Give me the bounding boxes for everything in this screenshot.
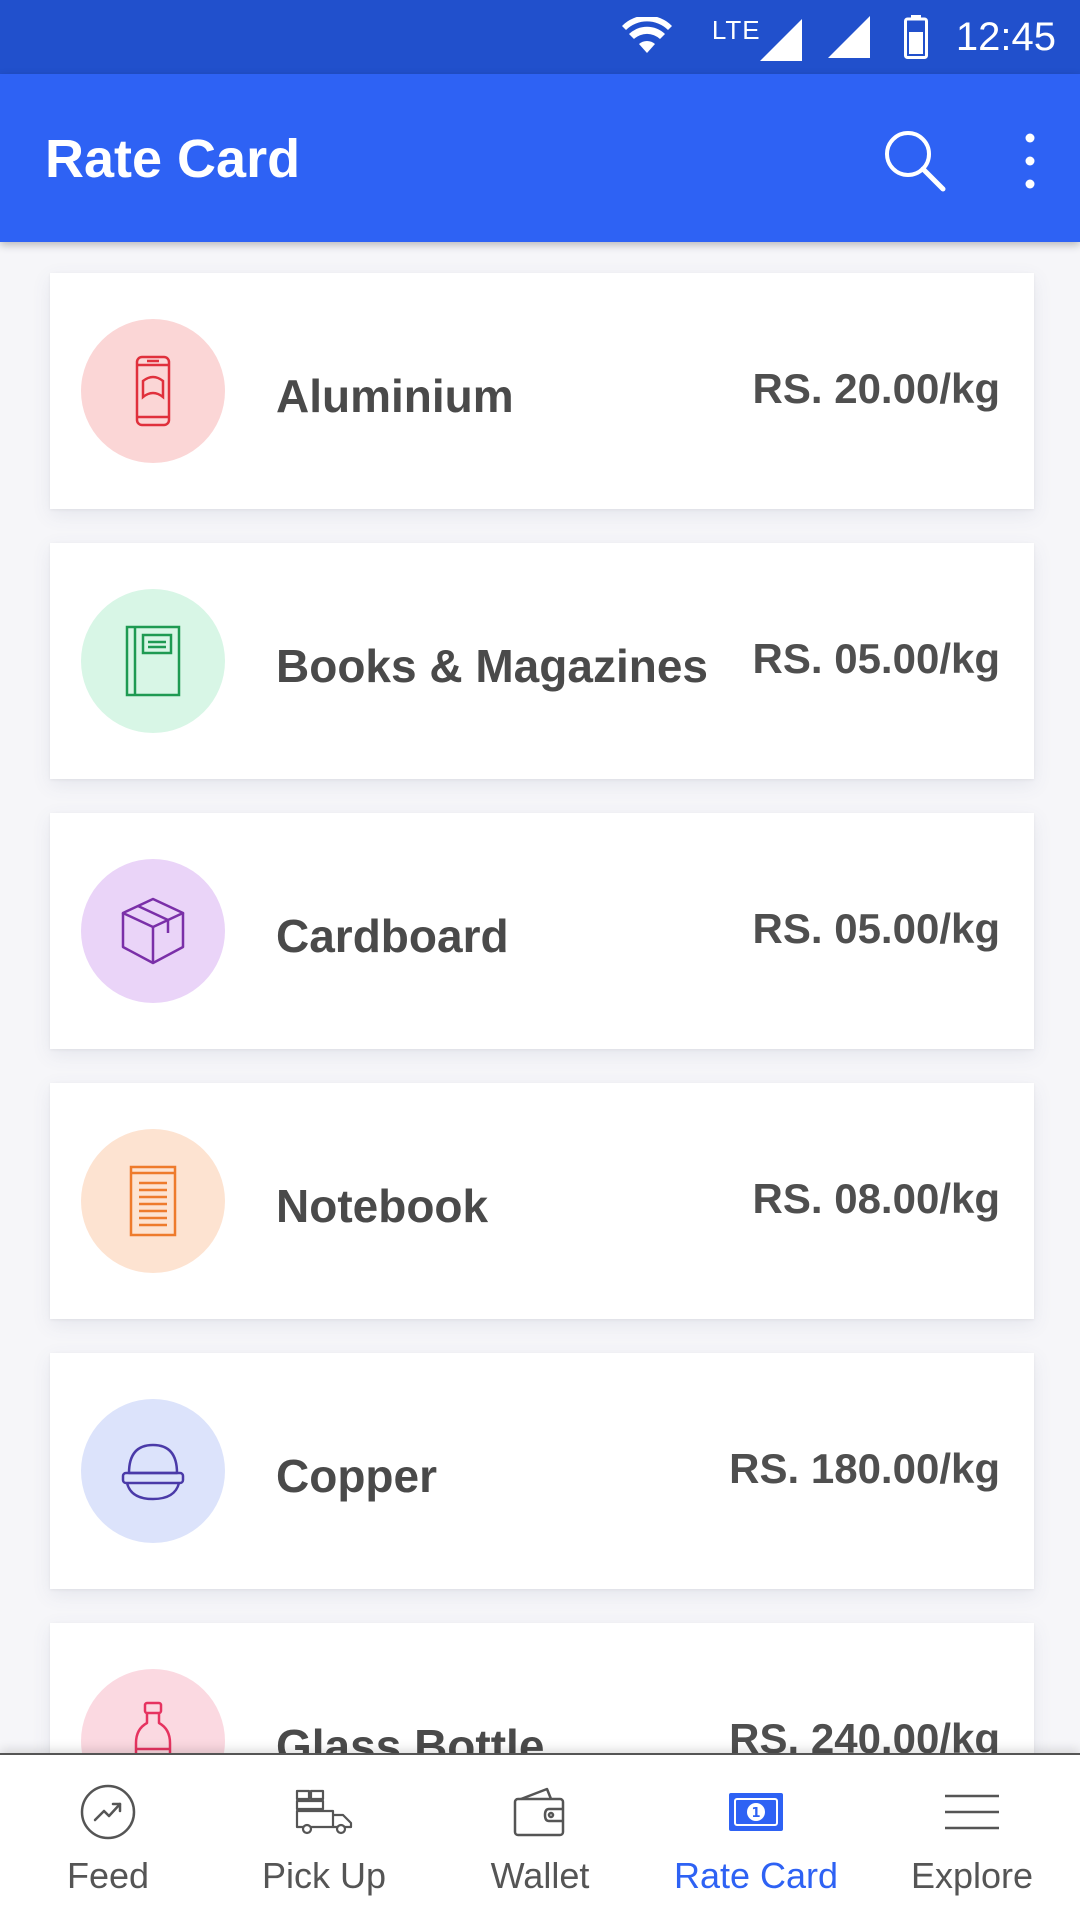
wallet-icon — [513, 1787, 565, 1837]
item-badge — [81, 859, 225, 1003]
bottle-icon — [134, 1701, 172, 1753]
rate-list[interactable]: Aluminium RS. 20.00/kg Books & Magazines… — [0, 242, 1080, 1753]
item-rate: RS. 20.00/kg — [752, 365, 1000, 412]
item-rate: RS. 05.00/kg — [752, 635, 1000, 682]
network-label: LTE — [711, 15, 761, 45]
nav-item-rate-card[interactable]: 1 Rate Card — [648, 1755, 864, 1920]
rate-item-cardboard[interactable]: Cardboard RS. 05.00/kg — [50, 813, 1034, 1049]
box-icon — [121, 897, 185, 965]
nav-icon-wrap — [505, 1781, 575, 1843]
svg-text:1: 1 — [751, 1806, 760, 1821]
item-rate: RS. 05.00/kg — [752, 905, 1000, 952]
nav-item-feed[interactable]: Feed — [0, 1755, 216, 1920]
item-name: Notebook — [276, 1180, 489, 1232]
nav-item-pick-up[interactable]: Pick Up — [216, 1755, 432, 1920]
nav-icon-wrap — [289, 1781, 359, 1843]
rate-item-aluminium[interactable]: Aluminium RS. 20.00/kg — [50, 273, 1034, 509]
nav-label: Feed — [66, 1855, 150, 1896]
nav-icon-wrap — [73, 1781, 143, 1843]
item-rate: RS. 08.00/kg — [752, 1175, 1000, 1222]
item-name: Books & Magazines — [276, 640, 708, 692]
app-bar: Rate Card — [0, 74, 1080, 242]
signal-icon — [759, 19, 802, 61]
more-options-button[interactable] — [1005, 126, 1055, 196]
nav-label: Pick Up — [261, 1855, 387, 1896]
notebook-icon — [129, 1165, 177, 1237]
nav-icon-wrap: 1 — [721, 1781, 791, 1843]
lte-signal: LTE — [712, 11, 802, 63]
item-rate: RS. 240.00/kg — [729, 1715, 1000, 1753]
truck-icon — [295, 1789, 353, 1835]
item-badge — [81, 589, 225, 733]
wifi-icon — [621, 17, 672, 53]
item-name: Aluminium — [276, 370, 514, 422]
item-name: Cardboard — [276, 910, 509, 962]
item-rate: RS. 180.00/kg — [729, 1445, 1000, 1492]
rate-item-glass-bottle[interactable]: Glass Bottle RS. 240.00/kg — [50, 1623, 1034, 1753]
signal-icon — [827, 16, 870, 58]
trending-icon — [80, 1784, 136, 1840]
battery-icon — [903, 15, 928, 59]
can-icon — [135, 355, 171, 427]
bottom-navigation: Feed Pick Up Wallet 1 Rate Card Explore — [0, 1753, 1080, 1920]
more-vert-icon — [1025, 133, 1035, 189]
nav-item-wallet[interactable]: Wallet — [432, 1755, 648, 1920]
search-icon — [885, 131, 946, 192]
rate-item-notebook[interactable]: Notebook RS. 08.00/kg — [50, 1083, 1034, 1319]
item-badge — [81, 1669, 225, 1753]
status-bar: LTE 12:45 — [0, 0, 1080, 74]
nav-label: Explore — [910, 1855, 1034, 1896]
search-button[interactable] — [880, 126, 950, 196]
item-name: Glass Bottle — [276, 1720, 545, 1753]
menu-icon — [945, 1794, 999, 1830]
copper-icon — [121, 1443, 185, 1501]
nav-icon-wrap — [937, 1781, 1007, 1843]
nav-label: Rate Card — [673, 1855, 839, 1896]
page-title: Rate Card — [45, 129, 301, 189]
rate-item-copper[interactable]: Copper RS. 180.00/kg — [50, 1353, 1034, 1589]
item-badge — [81, 1399, 225, 1543]
nav-item-explore[interactable]: Explore — [864, 1755, 1080, 1920]
item-name: Copper — [276, 1450, 437, 1502]
book-icon — [125, 625, 181, 697]
item-badge — [81, 1129, 225, 1273]
nav-label: Wallet — [490, 1855, 590, 1896]
clock: 12:45 — [955, 14, 1056, 59]
money-icon: 1 — [729, 1793, 783, 1831]
rate-item-books-magazines[interactable]: Books & Magazines RS. 05.00/kg — [50, 543, 1034, 779]
item-badge — [81, 319, 225, 463]
